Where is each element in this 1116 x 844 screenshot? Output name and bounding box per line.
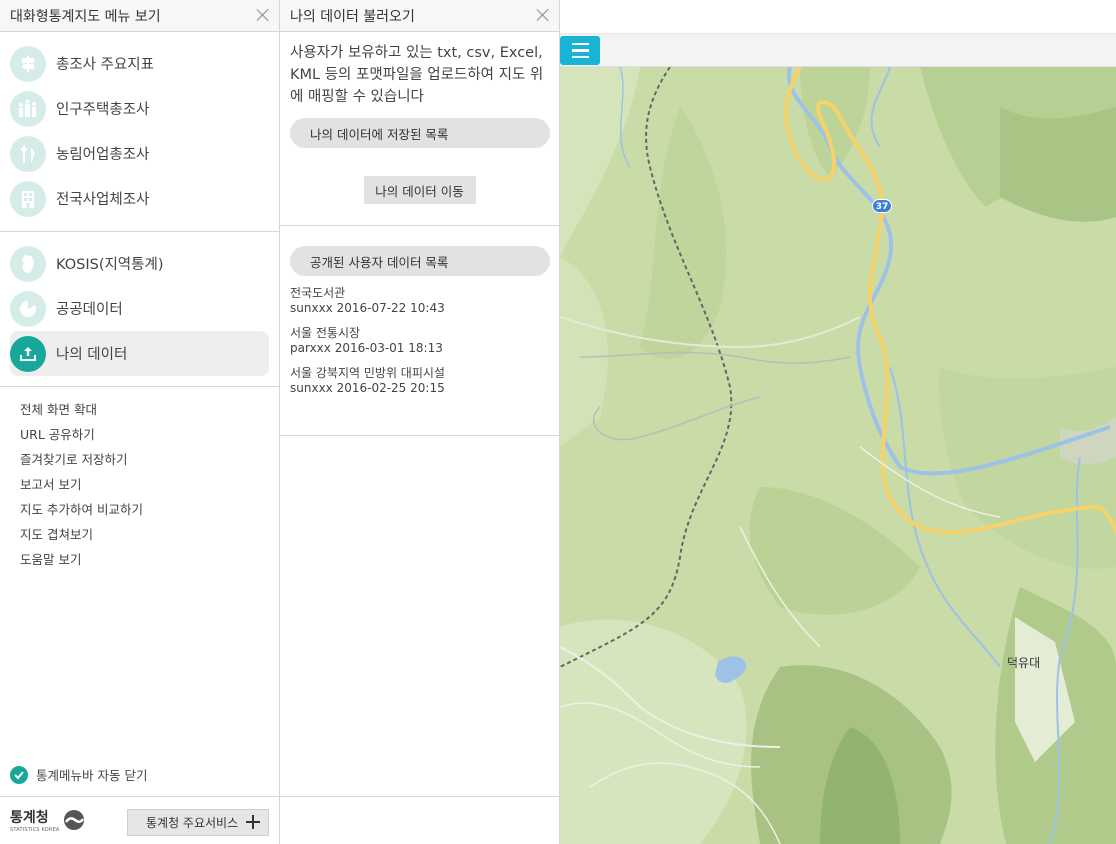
app-root: 대화형통계지도 메뉴 보기 총조사 주요지표 인구주택총조사 농림어업총조사 전… <box>0 0 1116 844</box>
menu-item-label: 전국사업체조사 <box>56 192 150 208</box>
menu-item-my-data[interactable]: 나의 데이터 <box>10 331 269 376</box>
public-item-title: 전국도서관 <box>290 286 346 300</box>
main-services-label: 통계청 주요서비스 <box>146 816 239 830</box>
hamburger-line <box>571 55 589 59</box>
public-data-item[interactable]: 서울 강북지역 민방위 대피시설 sunxxx 2016-02-25 20:15 <box>280 366 559 396</box>
public-item-title: 서울 강북지역 민방위 대피시설 <box>290 366 445 380</box>
data-menu-group: KOSIS(지역통계) 공공데이터 나의 데이터 <box>0 232 279 387</box>
stat-menu-panel: 대화형통계지도 메뉴 보기 총조사 주요지표 인구주택총조사 농림어업총조사 전… <box>0 0 280 844</box>
korea-map-icon <box>10 245 46 282</box>
menu-item-kosis[interactable]: KOSIS(지역통계) <box>0 241 269 286</box>
population-icon <box>10 90 46 127</box>
move-my-data-button[interactable]: 나의 데이터 이동 <box>363 176 476 204</box>
map-area: 37 덕유대 <box>559 0 1116 844</box>
menu-item-business-survey[interactable]: 전국사업체조사 <box>0 176 269 221</box>
menu-item-population-census[interactable]: 인구주택총조사 <box>0 86 269 131</box>
menu-item-label: KOSIS(지역통계) <box>56 257 164 273</box>
menu-footer: 통계청 STATISTICS KOREA 통계청 주요서비스 <box>0 796 279 844</box>
agriculture-icon <box>10 135 46 172</box>
public-data-item[interactable]: 서울 전통시장 parxxx 2016-03-01 18:13 <box>280 326 559 356</box>
link-compare-map[interactable]: 지도 추가하여 비교하기 <box>20 499 279 524</box>
divider <box>280 435 559 436</box>
public-data-item[interactable]: 전국도서관 sunxxx 2016-07-22 10:43 <box>280 286 559 316</box>
menu-item-label: 나의 데이터 <box>56 347 128 363</box>
route-number-badge: 37 <box>872 199 892 213</box>
public-item-meta: parxxx 2016-03-01 18:13 <box>290 341 443 355</box>
logo-emblem-icon <box>63 810 84 830</box>
data-panel-close-icon[interactable] <box>535 7 551 23</box>
link-fullscreen[interactable]: 전체 화면 확대 <box>20 399 279 424</box>
data-panel-title: 나의 데이터 불러오기 <box>290 8 415 25</box>
menu-item-label: 농림어업총조사 <box>56 147 150 163</box>
link-share-url[interactable]: URL 공유하기 <box>20 424 279 449</box>
public-item-meta: sunxxx 2016-07-22 10:43 <box>290 301 445 315</box>
my-data-panel: 나의 데이터 불러오기 사용자가 보유하고 있는 txt, csv, Excel… <box>280 0 560 844</box>
main-services-button[interactable]: 통계청 주요서비스 <box>127 809 269 836</box>
map-place-label: 덕유대 <box>1007 656 1041 670</box>
divider <box>280 225 559 226</box>
link-help[interactable]: 도움말 보기 <box>20 549 279 574</box>
menu-links: 전체 화면 확대 URL 공유하기 즐겨찾기로 저장하기 보고서 보기 지도 추… <box>0 387 279 574</box>
menu-item-label: 공공데이터 <box>56 302 123 318</box>
public-list-header[interactable]: 공개된 사용자 데이터 목록 <box>290 246 550 276</box>
menu-panel-title: 대화형통계지도 메뉴 보기 <box>10 8 161 25</box>
upload-icon <box>10 335 46 372</box>
menu-close-icon[interactable] <box>255 7 271 23</box>
menu-panel-header: 대화형통계지도 메뉴 보기 <box>0 0 279 32</box>
map-canvas[interactable]: 37 덕유대 <box>559 66 1116 844</box>
signpost-icon <box>10 45 46 82</box>
hamburger-line <box>571 42 589 46</box>
pie-chart-icon <box>10 290 46 327</box>
plus-icon <box>246 815 260 829</box>
terrain-map[interactable] <box>559 66 1116 844</box>
logo-text: 통계청 <box>10 810 49 826</box>
statistics-korea-logo: 통계청 STATISTICS KOREA <box>10 810 85 833</box>
link-report[interactable]: 보고서 보기 <box>20 474 279 499</box>
public-item-meta: sunxxx 2016-02-25 20:15 <box>290 381 445 395</box>
upload-description: 사용자가 보유하고 있는 txt, csv, Excel, KML 등의 포맷파… <box>290 45 544 105</box>
map-toolbar <box>560 33 1116 67</box>
hamburger-line <box>571 49 589 52</box>
auto-close-label: 통계메뉴바 자동 닫기 <box>36 768 148 783</box>
divider <box>280 796 559 797</box>
link-bookmark[interactable]: 즐겨찾기로 저장하기 <box>20 449 279 474</box>
building-icon <box>10 180 46 217</box>
public-data-section: 공개된 사용자 데이터 목록 전국도서관 sunxxx 2016-07-22 1… <box>280 236 559 396</box>
census-menu-group: 총조사 주요지표 인구주택총조사 농림어업총조사 전국사업체조사 <box>0 32 279 232</box>
menu-item-agriculture-census[interactable]: 농림어업총조사 <box>0 131 269 176</box>
saved-list-header[interactable]: 나의 데이터에 저장된 목록 <box>290 118 550 148</box>
menu-item-public-data[interactable]: 공공데이터 <box>0 286 269 331</box>
auto-close-toggle[interactable]: 통계메뉴바 자동 닫기 <box>10 765 147 784</box>
data-panel-header: 나의 데이터 불러오기 <box>280 0 559 32</box>
menu-item-label: 총조사 주요지표 <box>56 57 154 73</box>
menu-item-key-indicators[interactable]: 총조사 주요지표 <box>0 41 269 86</box>
checkmark-icon <box>10 765 28 784</box>
public-item-title: 서울 전통시장 <box>290 326 361 340</box>
logo-subtext: STATISTICS KOREA <box>10 827 60 833</box>
link-overlay-map[interactable]: 지도 겹쳐보기 <box>20 524 279 549</box>
menu-toggle-button[interactable] <box>560 36 600 65</box>
menu-item-label: 인구주택총조사 <box>56 102 150 118</box>
